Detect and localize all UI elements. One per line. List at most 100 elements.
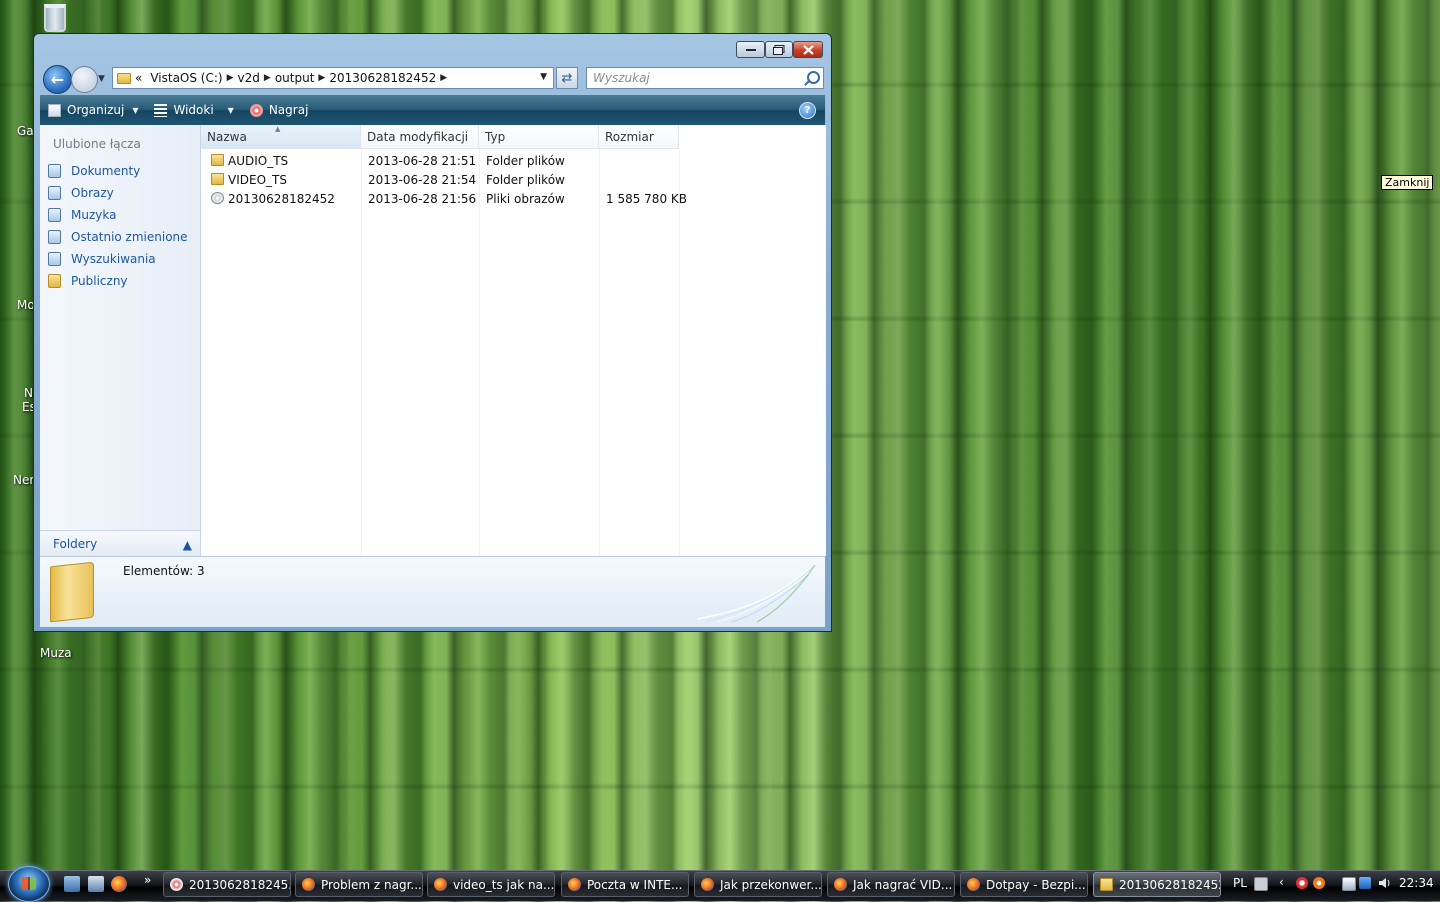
chevron-down-icon[interactable]: ▼	[540, 72, 547, 82]
folder-icon	[117, 72, 131, 84]
item-count: Elementów: 3	[123, 564, 205, 578]
chevron-right-icon[interactable]: ▶	[318, 73, 325, 83]
firefox-icon	[568, 878, 581, 891]
help-button[interactable]: ?	[799, 102, 816, 119]
folders-toggle[interactable]: Foldery ▲	[40, 530, 200, 557]
breadcrumb-overflow[interactable]: «	[135, 71, 142, 85]
firefox-icon	[434, 878, 447, 891]
file-row[interactable]: VIDEO_TS 2013-06-28 21:54 Folder plików	[201, 171, 671, 190]
taskbar-button-label: 2013062818245...	[189, 877, 291, 892]
quicklaunch-more[interactable]: »	[144, 873, 151, 887]
taskbar-button[interactable]: Poczta w INTE...	[561, 872, 689, 897]
swoosh-decoration	[697, 562, 816, 623]
address-bar[interactable]: « VistaOS (C:) ▶ v2d ▶ output ▶ 20130628…	[112, 67, 554, 89]
taskbar-button-label: 20130628182452	[1119, 877, 1221, 892]
nav-item-searches[interactable]: Wyszukiwania	[48, 248, 188, 270]
volume-icon[interactable]	[1378, 877, 1390, 889]
recycle-bin-icon[interactable]	[44, 4, 66, 32]
breadcrumb-item[interactable]: v2d	[238, 71, 260, 85]
nav-item-label: Ostatnio zmienione	[71, 230, 188, 244]
views-button[interactable]: Widoki ▼	[146, 95, 241, 125]
close-button[interactable]	[793, 41, 823, 58]
burn-label: Nagraj	[268, 103, 309, 117]
breadcrumb-item[interactable]: 20130628182452	[329, 71, 436, 85]
chevron-down-icon: ▼	[132, 105, 139, 115]
safely-remove-icon[interactable]	[1342, 877, 1356, 891]
taskbar-button[interactable]: Dotpay - Bezpi...	[960, 872, 1088, 897]
organize-button[interactable]: Organizuj ▼	[40, 95, 146, 125]
column-header-name[interactable]: Nazwa ▲	[201, 125, 361, 149]
tray-app-icon[interactable]	[1296, 877, 1308, 889]
keyboard-icon[interactable]	[1254, 877, 1268, 891]
refresh-button[interactable]: ⇄	[556, 67, 578, 89]
column-label: Typ	[485, 129, 506, 144]
nav-item-public[interactable]: Publiczny	[48, 270, 188, 292]
taskbar-button-label: Jak przekonwer...	[720, 877, 822, 892]
taskbar-button[interactable]: Problem z nagr...	[295, 872, 423, 897]
language-indicator[interactable]: PL	[1233, 876, 1247, 890]
forward-button[interactable]	[71, 66, 98, 93]
network-icon[interactable]	[1359, 877, 1371, 889]
folders-label: Foldery	[53, 537, 98, 551]
nav-item-pictures[interactable]: Obrazy	[48, 182, 188, 204]
taskbar-button[interactable]: 2013062818245...	[163, 872, 291, 897]
clock[interactable]: 22:34	[1399, 876, 1434, 890]
search-input[interactable]: Wyszukaj	[586, 67, 824, 89]
organize-icon	[48, 103, 61, 117]
file-type: Folder plików	[486, 173, 565, 187]
chevron-right-icon[interactable]: ▶	[227, 73, 234, 83]
desktop-icon-label[interactable]: Ga	[17, 124, 34, 138]
burn-disc-icon	[249, 103, 263, 117]
folder-icon	[1100, 878, 1113, 891]
breadcrumb-item[interactable]: output	[275, 71, 315, 85]
column-divider	[679, 149, 680, 556]
address-row: ← ▼ « VistaOS (C:) ▶ v2d ▶ output ▶ 2013…	[34, 62, 831, 96]
firefox-icon	[967, 878, 980, 891]
maximize-button[interactable]	[765, 41, 793, 58]
taskbar-button-active[interactable]: 20130628182452	[1093, 872, 1221, 897]
start-button[interactable]	[8, 866, 50, 902]
taskbar-button[interactable]: video_ts jak na...	[427, 872, 555, 897]
chevron-right-icon[interactable]: ▶	[264, 73, 271, 83]
switch-windows-icon[interactable]	[88, 876, 104, 892]
taskbar-button-label: Dotpay - Bezpi...	[986, 877, 1086, 892]
minimize-button[interactable]	[736, 41, 765, 58]
views-icon	[154, 103, 168, 117]
file-type: Folder plików	[486, 154, 565, 168]
file-row[interactable]: AUDIO_TS 2013-06-28 21:51 Folder plików	[201, 152, 671, 171]
burn-button[interactable]: Nagraj	[242, 95, 317, 125]
desktop-icon-label[interactable]: Muza	[40, 646, 72, 660]
taskbar-button[interactable]: Jak przekonwer...	[694, 872, 822, 897]
nav-item-label: Dokumenty	[71, 164, 141, 178]
taskbar-button[interactable]: Jak nagrać VID...	[827, 872, 955, 897]
recent-pages-dropdown[interactable]: ▼	[98, 74, 105, 84]
breadcrumb-item[interactable]: VistaOS (C:)	[150, 71, 222, 85]
close-icon	[802, 44, 814, 55]
back-button[interactable]: ←	[43, 65, 72, 94]
file-name: 20130628182452	[228, 192, 335, 206]
desktop-icon-label[interactable]: N	[24, 386, 33, 400]
disc-image-icon	[211, 192, 224, 204]
column-header-size[interactable]: Rozmiar	[599, 125, 679, 149]
nav-item-recent[interactable]: Ostatnio zmienione	[48, 226, 188, 248]
searches-icon	[48, 252, 61, 266]
tooltip: Zamknij	[1381, 175, 1434, 190]
column-header-date[interactable]: Data modyfikacji	[361, 125, 479, 149]
chevron-left-icon[interactable]: ‹	[1279, 875, 1284, 889]
search-button[interactable]	[807, 71, 820, 84]
file-row[interactable]: 20130628182452 2013-06-28 21:56 Pliki ob…	[201, 190, 687, 209]
pictures-icon	[48, 186, 61, 200]
tray-app-icon[interactable]	[1313, 877, 1325, 889]
column-header-type[interactable]: Typ	[479, 125, 599, 149]
nav-item-music[interactable]: Muzyka	[48, 204, 188, 226]
burn-app-icon	[170, 878, 183, 891]
column-divider	[479, 149, 480, 556]
firefox-icon	[701, 878, 714, 891]
chevron-right-icon[interactable]: ▶	[440, 73, 447, 83]
nav-item-documents[interactable]: Dokumenty	[48, 160, 188, 182]
firefox-icon[interactable]	[111, 876, 127, 892]
arrow-left-icon: ←	[50, 70, 65, 89]
column-divider	[599, 149, 600, 556]
desktop-icon-label[interactable]: Ner	[13, 473, 34, 487]
show-desktop-icon[interactable]	[64, 876, 80, 892]
